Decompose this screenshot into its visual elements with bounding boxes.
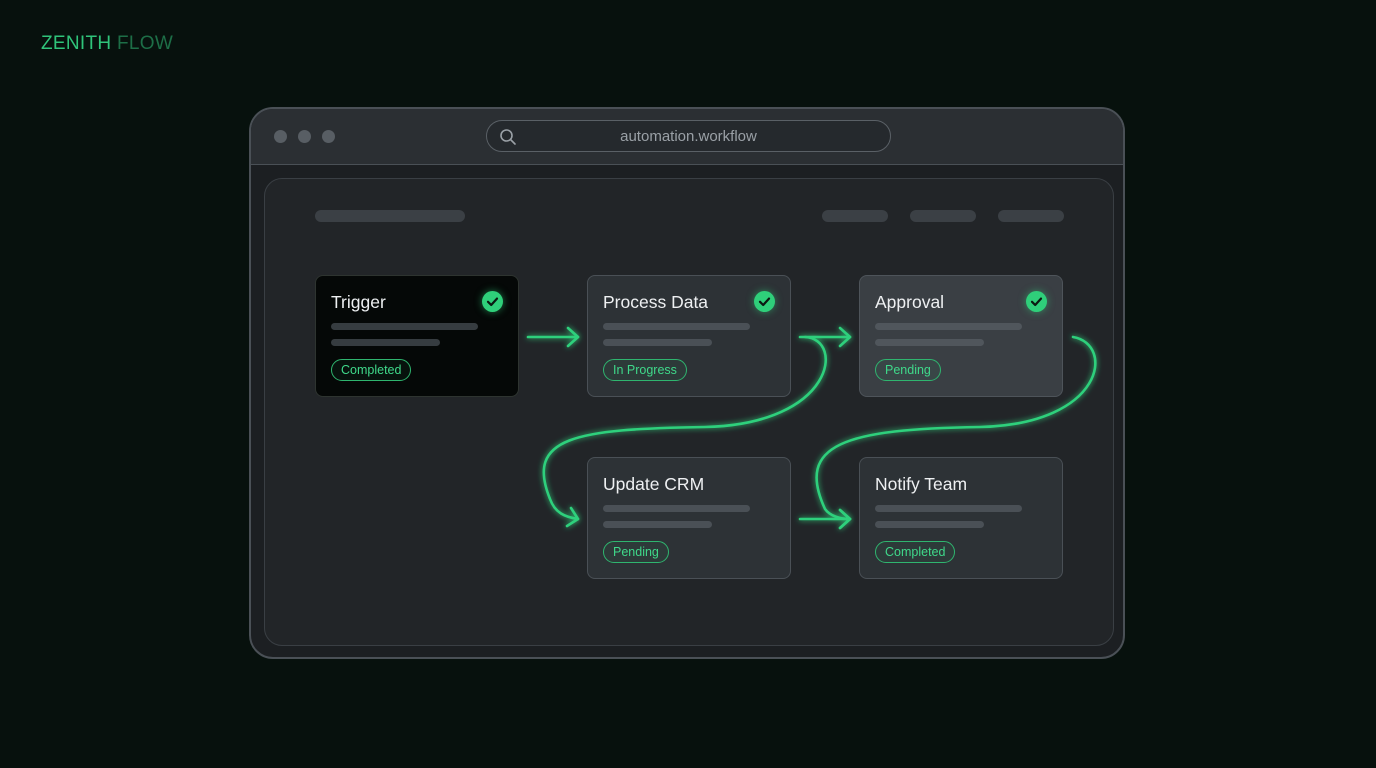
window-maximize-dot[interactable]	[322, 130, 335, 143]
node-description-placeholder	[603, 505, 750, 512]
status-badge: Pending	[875, 359, 941, 381]
window-minimize-dot[interactable]	[298, 130, 311, 143]
workflow-node-process-data[interactable]: Process Data In Progress	[587, 275, 791, 397]
node-description-placeholder	[331, 323, 478, 330]
node-description-placeholder	[331, 339, 440, 346]
node-title: Approval	[875, 292, 945, 312]
check-circle-icon	[482, 291, 503, 312]
node-description-placeholder	[603, 323, 750, 330]
window-close-dot[interactable]	[274, 130, 287, 143]
status-badge: In Progress	[603, 359, 687, 381]
workflow-node-notify-team[interactable]: Notify Team Completed	[859, 457, 1063, 579]
workflow-canvas: Trigger Completed Process Data In Progre…	[264, 178, 1114, 646]
node-description-placeholder	[875, 339, 984, 346]
check-circle-icon	[754, 291, 775, 312]
workflow-node-approval[interactable]: Approval Pending	[859, 275, 1063, 397]
connector-arrow	[526, 326, 580, 348]
node-description-placeholder	[603, 339, 712, 346]
connector-arrow	[798, 508, 852, 530]
node-description-placeholder	[875, 323, 1022, 330]
status-badge: Completed	[875, 541, 956, 563]
browser-window: automation.workflow Trigger Completed Pr…	[249, 107, 1125, 659]
node-description-placeholder	[875, 521, 984, 528]
brand-name-secondary: FLOW	[117, 33, 174, 54]
node-description-placeholder	[875, 505, 1022, 512]
address-bar[interactable]: automation.workflow	[486, 120, 891, 152]
node-title: Process Data	[603, 292, 709, 312]
status-badge: Pending	[603, 541, 669, 563]
workflow-node-update-crm[interactable]: Update CRM Pending	[587, 457, 791, 579]
workflow-node-trigger[interactable]: Trigger Completed	[315, 275, 519, 397]
brand-name-primary: ZENITH	[41, 33, 112, 54]
brand-logo: ZENITH FLOW	[41, 33, 173, 55]
node-title: Trigger	[331, 292, 386, 312]
check-circle-icon	[1026, 291, 1047, 312]
browser-titlebar: automation.workflow	[251, 109, 1123, 165]
node-title: Notify Team	[875, 474, 968, 494]
status-badge: Completed	[331, 359, 412, 381]
node-title: Update CRM	[603, 474, 705, 494]
node-description-placeholder	[603, 521, 712, 528]
address-text: automation.workflow	[620, 128, 757, 145]
